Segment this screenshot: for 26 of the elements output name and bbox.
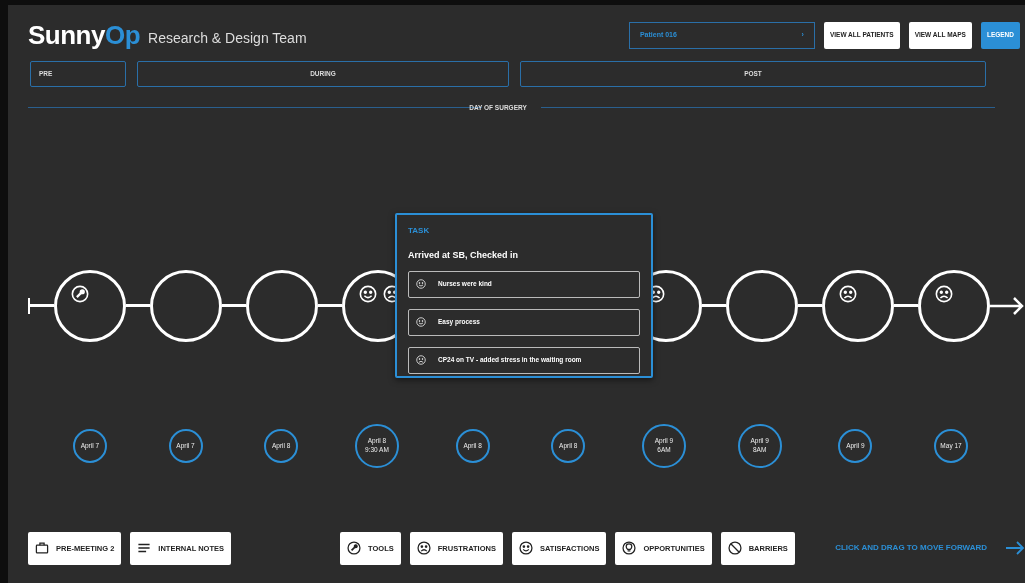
popup-heading: TASK [408,225,431,237]
briefcase-icon [35,541,49,556]
team-subtitle: Research & Design Team [148,28,307,48]
drag-hint: CLICK AND DRAG TO MOVE FORWARD [835,542,987,555]
logo-text: Sunny [28,18,105,52]
wrench-icon [347,541,362,556]
lightbulb-icon [622,541,637,556]
step-circle[interactable] [54,269,126,342]
step-circle[interactable] [150,269,222,342]
prohibited-icon [727,541,742,556]
wrench-icon [71,284,89,303]
smile-face-icon [518,541,533,556]
step-circle[interactable] [918,269,990,342]
frown-face-icon [416,355,426,365]
step-circle[interactable] [822,269,894,342]
popup-title: Arrived at SB, Checked in [408,249,520,262]
smile-face-icon [416,279,426,289]
frown-face-icon [416,541,431,556]
logo-text: Op [104,18,141,52]
frown-face-icon [839,284,857,303]
smile-face-icon [416,317,426,327]
timeline-arrow [990,294,1024,317]
frown-face-icon [935,284,953,303]
step-circle[interactable] [246,269,318,342]
step-circle[interactable] [726,269,798,342]
smile-face-icon [359,284,377,303]
